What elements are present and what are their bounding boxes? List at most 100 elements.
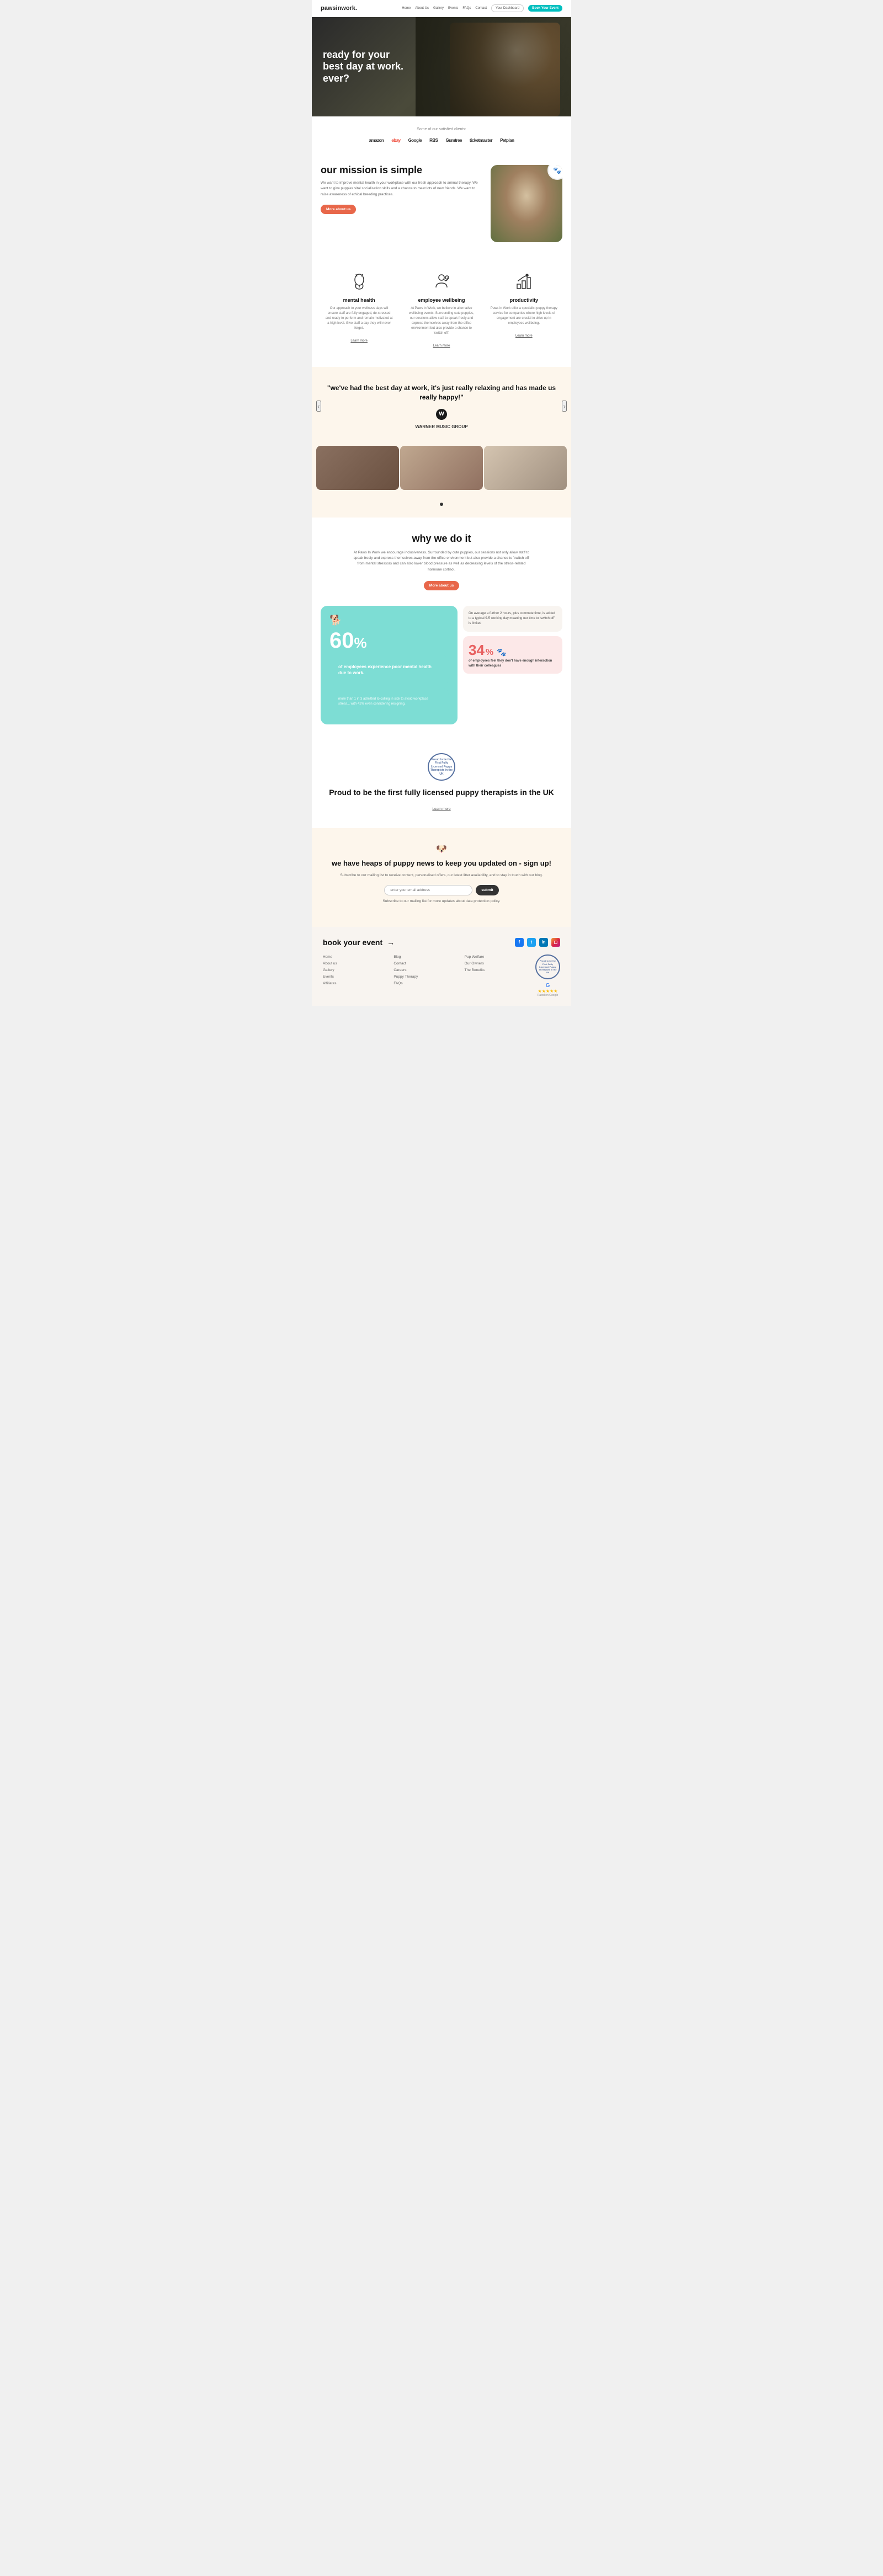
footer-brand[interactable]: book your event (323, 938, 382, 947)
footer-link-affiliates[interactable]: Affiliates (323, 981, 388, 986)
features-section: mental health Our approach to your welln… (312, 253, 571, 367)
feature-employee-wellbeing-link[interactable]: Learn more (433, 344, 450, 348)
clients-logos: amazon ebay Google RBS Gumtree ticketmas… (321, 138, 562, 143)
feature-employee-wellbeing-title: employee wellbeing (407, 297, 475, 303)
client-ebay: ebay (391, 138, 400, 143)
linkedin-icon[interactable]: in (539, 938, 548, 947)
feature-productivity-title: productivity (490, 297, 558, 303)
feature-mental-health-title: mental health (325, 297, 393, 303)
mission-badge-icon: 🐾 (553, 167, 561, 174)
nav-home[interactable]: Home (402, 7, 411, 10)
photo-1 (316, 446, 399, 490)
testimonial-company-icon: W (436, 409, 447, 420)
footer-link-blog[interactable]: Blog (393, 954, 459, 959)
company-icon-letter: W (439, 411, 444, 417)
stats-section: 🐕 60% of employees experience poor menta… (312, 606, 571, 738)
stat-34-number-block: 34 % 🐾 (469, 642, 557, 659)
newsletter-section: 🐶 we have heaps of puppy news to keep yo… (312, 828, 571, 927)
footer: book your event → f t in ◻ Home About us… (312, 927, 571, 1006)
why-heading: why we do it (323, 533, 560, 545)
footer-link-our-owners[interactable]: Our Owners (465, 961, 530, 966)
footer-col-1: Home About us Gallery Events Affiliates (323, 954, 388, 997)
testimonial-section: ‹ › "we've had the best day at work, it'… (312, 367, 571, 446)
productivity-icon (513, 271, 535, 293)
facebook-icon[interactable]: f (515, 938, 524, 947)
dashboard-button[interactable]: Your Dashboard (491, 4, 524, 12)
newsletter-heading: we have heaps of puppy news to keep you … (323, 859, 560, 868)
nav-about[interactable]: About Us (415, 7, 429, 10)
newsletter-email-input[interactable] (384, 885, 472, 895)
client-amazon: amazon (369, 138, 384, 143)
mental-health-icon (348, 271, 370, 293)
client-rbs: RBS (429, 138, 438, 143)
nav-events[interactable]: Events (448, 7, 458, 10)
why-body: At Paws In Work we encourage inclusivene… (353, 550, 530, 573)
stat-60-card: 🐕 60% of employees experience poor menta… (321, 606, 458, 724)
nav-faqs[interactable]: FAQs (462, 7, 471, 10)
licensed-heading: Proud to be the first fully licensed pup… (323, 787, 560, 797)
mission-image: 🐾 (491, 165, 562, 242)
stat-commute-text: On average a further 2 hours, plus commu… (469, 611, 557, 626)
clients-label: Some of our satisfied clients: (321, 127, 562, 131)
footer-arrow-icon: → (387, 938, 395, 947)
stat-60-number: 60% (329, 628, 449, 653)
feature-mental-health-link[interactable]: Learn more (350, 339, 368, 343)
footer-link-pup-welfare[interactable]: Pup Welfare (465, 954, 530, 959)
client-google: Google (408, 138, 422, 143)
google-icon: G (546, 983, 550, 989)
mission-cta-button[interactable]: More about us (321, 205, 356, 214)
instagram-icon[interactable]: ◻ (551, 938, 560, 947)
footer-link-careers[interactable]: Careers (393, 968, 459, 973)
footer-link-puppy-therapy[interactable]: Puppy Therapy (393, 974, 459, 979)
footer-col-2: Blog Contact Careers Puppy Therapy FAQs (393, 954, 459, 997)
testimonial-prev-button[interactable]: ‹ (316, 401, 321, 412)
footer-badge-text: Proud to be the First Fully Licensed Pup… (536, 958, 559, 975)
hero-section: ready for your best day at work. ever? (312, 17, 571, 116)
stat-small-number: 34 (469, 642, 485, 659)
footer-link-benefits[interactable]: The Benefits (465, 968, 530, 973)
feature-employee-wellbeing: employee wellbeing At Paws in Work, we b… (403, 266, 480, 354)
site-logo[interactable]: pawsinwork. (321, 5, 357, 12)
nav-gallery[interactable]: Gallery (433, 7, 444, 10)
hero-text-block: ready for your best day at work. ever? (312, 38, 422, 96)
footer-link-faqs[interactable]: FAQs (393, 981, 459, 986)
google-label: Rated on Google (538, 994, 558, 997)
licensed-badge: Proud to be the First Fully Licensed Pup… (428, 753, 455, 781)
why-section: why we do it At Paws In Work we encourag… (312, 518, 571, 606)
mission-text: our mission is simple We want to improve… (321, 165, 482, 214)
footer-link-events[interactable]: Events (323, 974, 388, 979)
footer-columns: Home About us Gallery Events Affiliates … (323, 954, 560, 997)
stat-big-percent: % (354, 634, 367, 651)
testimonial-next-button[interactable]: › (562, 401, 567, 412)
stat-small-percent: % (486, 648, 493, 658)
stat-34-card: 34 % 🐾 of employees feel they don't have… (463, 636, 562, 674)
carousel-dot-1[interactable] (440, 503, 443, 506)
stat-big-number: 60 (329, 628, 354, 653)
footer-link-about[interactable]: About us (323, 961, 388, 966)
mission-section: our mission is simple We want to improve… (312, 154, 571, 253)
footer-google-rating: G ★★★★★ Rated on Google (538, 983, 558, 997)
nav-contact[interactable]: Contact (475, 7, 487, 10)
footer-top: book your event → f t in ◻ (323, 938, 560, 947)
footer-link-home[interactable]: Home (323, 954, 388, 959)
footer-col-3: Pup Welfare Our Owners The Benefits (465, 954, 530, 997)
licensed-cta-link[interactable]: Learn more (432, 807, 450, 811)
licensed-section: Proud to be the First Fully Licensed Pup… (312, 738, 571, 828)
nav-links: Home About Us Gallery Events FAQs Contac… (402, 4, 562, 12)
testimonial-quote: "we've had the best day at work, it's ju… (325, 383, 558, 402)
feature-productivity-link[interactable]: Learn more (515, 334, 533, 338)
photo-2 (400, 446, 483, 490)
footer-link-gallery[interactable]: Gallery (323, 968, 388, 973)
newsletter-submit-button[interactable]: submit (476, 885, 498, 895)
book-event-button[interactable]: Book Your Event (528, 5, 562, 12)
why-cta-button[interactable]: More about us (424, 581, 459, 590)
hero-overlay (416, 17, 571, 116)
twitter-icon[interactable]: t (527, 938, 536, 947)
stat-big-sublabel: more than 1 in 3 admitted to calling in … (329, 688, 449, 716)
footer-social: f t in ◻ (515, 938, 560, 947)
features-grid: mental health Our approach to your welln… (321, 266, 562, 354)
newsletter-body: Subscribe to our mailing list to receive… (323, 873, 560, 878)
client-petplan: Petplan (500, 138, 514, 143)
footer-badge-area: Proud to be the First Fully Licensed Pup… (535, 954, 560, 997)
footer-link-contact[interactable]: Contact (393, 961, 459, 966)
